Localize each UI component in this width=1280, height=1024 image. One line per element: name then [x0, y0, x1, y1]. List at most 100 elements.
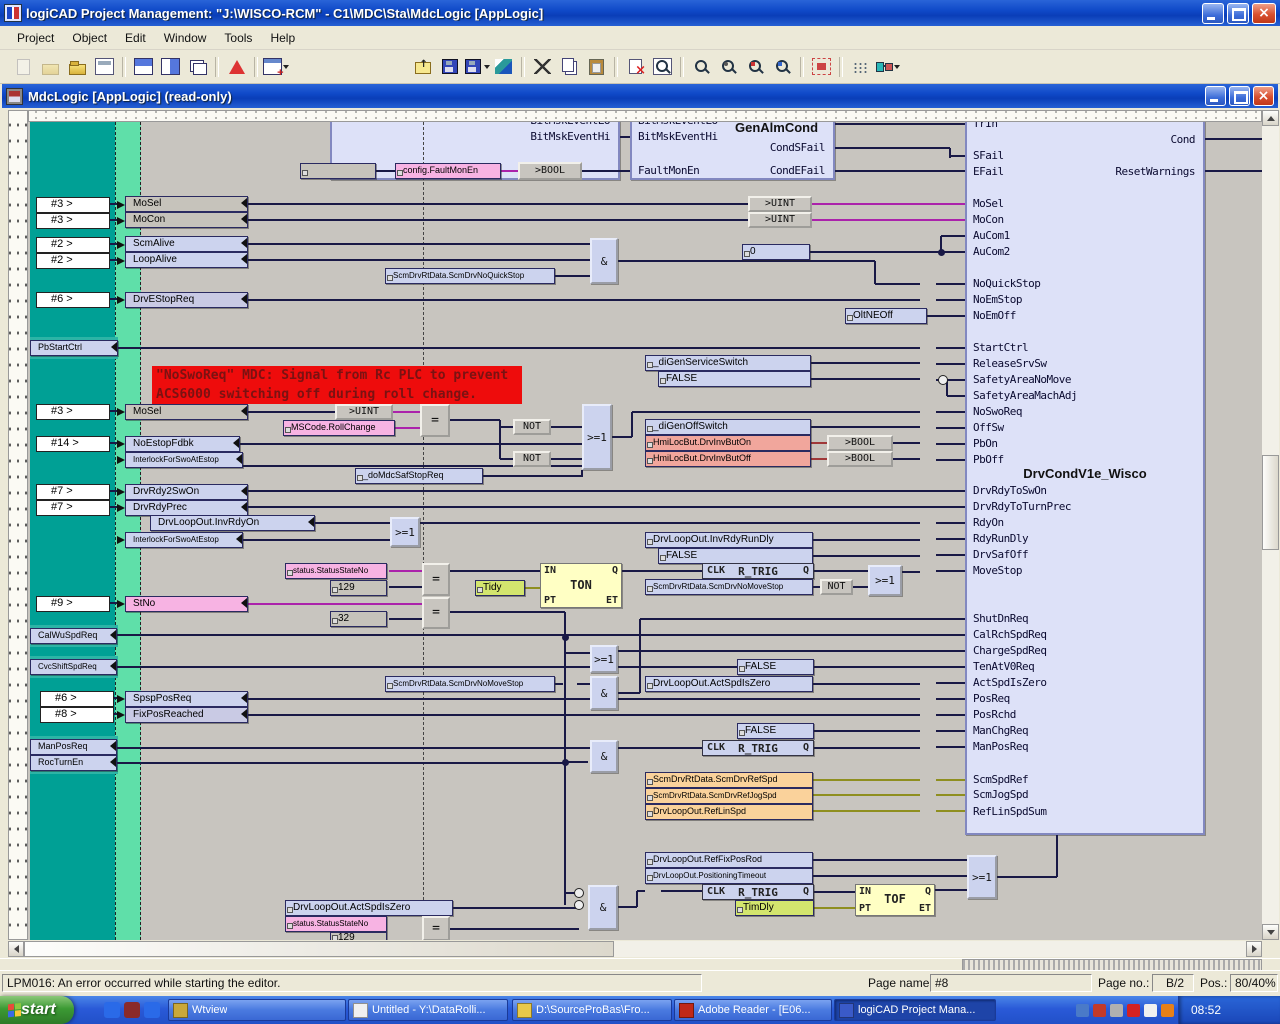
pbstartctrl[interactable]: PbStartCtrl — [30, 340, 118, 356]
status-statusstateno[interactable]: status.StatusStateNo — [285, 916, 387, 932]
drvloopout-invrdyrundly[interactable]: DrvLoopOut.InvRdyRunDly — [645, 532, 813, 548]
scmalive[interactable]: ScmAlive — [125, 236, 248, 252]
1[interactable]: >=1 — [590, 645, 618, 673]
task-button-wtview[interactable]: Wtview — [168, 999, 346, 1021]
oltneoff[interactable]: OltNEOff — [845, 308, 927, 324]
horizontal-scroll-thumb[interactable] — [24, 941, 614, 957]
tidy[interactable]: Tidy — [475, 580, 525, 596]
config-faultmonen[interactable]: config.FaultMonEn — [395, 163, 501, 179]
not[interactable]: NOT — [513, 419, 551, 435]
block-input-pboff[interactable]: PbOff — [973, 453, 1004, 467]
paste-button[interactable] — [583, 54, 610, 79]
child-restore-button[interactable] — [1229, 86, 1250, 106]
page-ref-3[interactable]: #3 > — [36, 404, 110, 420]
tray-icon[interactable] — [1127, 1004, 1140, 1017]
scroll-up-button[interactable] — [1262, 110, 1279, 126]
1[interactable]: >=1 — [582, 404, 612, 470]
0[interactable]: 0 — [742, 244, 810, 260]
close-button[interactable]: × — [1252, 3, 1276, 24]
zoomq-button[interactable] — [715, 54, 742, 79]
drvloopout-reflinspd[interactable]: DrvLoopOut.RefLinSpd — [645, 804, 813, 820]
task-button-untitled-y-datarolli[interactable]: Untitled - Y:\DataRolli... — [348, 999, 508, 1021]
block-input-tenatv0req[interactable]: TenAtV0Req — [973, 660, 1034, 674]
block-output-bitmskeventhi[interactable]: BitMskEventHi — [330, 130, 610, 144]
page-ref-14[interactable]: #14 > — [36, 436, 110, 452]
ton-block[interactable]: TONINQPTET — [540, 563, 622, 608]
task-button-logicad-project-mana[interactable]: logiCAD Project Mana... — [834, 999, 996, 1021]
block-input-pbon[interactable]: PbOn — [973, 437, 998, 451]
block-output-cond[interactable]: Cond — [965, 133, 1195, 147]
comment-box[interactable]: "NoSwoReq" MDC: Signal from Rc PLC to pr… — [152, 366, 522, 404]
129[interactable]: 129 — [330, 580, 387, 596]
block-input-scmspdref[interactable]: ScmSpdRef — [973, 773, 1028, 787]
block-input-safetyareamachadj[interactable]: SafetyAreaMachAdj — [973, 389, 1077, 403]
mscode-rollchange[interactable]: MSCode.RollChange — [283, 420, 395, 436]
child-close-button[interactable]: × — [1253, 86, 1274, 106]
copy-button[interactable] — [556, 54, 583, 79]
menu-project[interactable]: Project — [8, 28, 63, 48]
block-input-trin[interactable]: TrIn — [973, 122, 998, 131]
item[interactable] — [300, 163, 376, 179]
item[interactable]: = — [422, 916, 450, 940]
page-ref-6[interactable]: #6 > — [36, 292, 110, 308]
delx-button[interactable] — [622, 54, 649, 79]
cut-button[interactable] — [529, 54, 556, 79]
zoomin-button[interactable] — [742, 54, 769, 79]
noestopfdbk[interactable]: NoEstopFdbk — [125, 436, 240, 452]
interlockforswoatestop[interactable]: InterlockForSwoAtEstop — [125, 452, 243, 468]
block-input-aucom1[interactable]: AuCom1 — [973, 229, 1010, 243]
r-trig-block[interactable]: CLKR_TRIGQ — [702, 884, 814, 900]
diagram-canvas[interactable]: BitMskEventLoBitMskEventHiBitMskEventLoB… — [28, 122, 1262, 940]
block-input-posreq[interactable]: PosReq — [973, 692, 1010, 706]
block-input-drvrdytoturnprec[interactable]: DrvRdyToTurnPrec — [973, 500, 1071, 514]
block-input-nosworeq[interactable]: NoSwoReq — [973, 405, 1022, 419]
page-ref-3[interactable]: #3 > — [36, 197, 110, 213]
block-input-startctrl[interactable]: StartCtrl — [973, 341, 1028, 355]
block-input-posrchd[interactable]: PosRchd — [973, 708, 1016, 722]
block-input-rdyon[interactable]: RdyOn — [973, 516, 1004, 530]
uint[interactable]: >UINT — [748, 212, 812, 228]
hmilocbut-drvinvbuton[interactable]: HmiLocBut.DrvInvButOn — [645, 435, 811, 451]
block-input-actspdiszero[interactable]: ActSpdIsZero — [973, 676, 1046, 690]
interlockforswoatestop[interactable]: InterlockForSwoAtEstop — [125, 532, 243, 548]
block-input-noemoff[interactable]: NoEmOff — [973, 309, 1016, 323]
scmdrvrtdata-scmdrvrefjogspd[interactable]: ScmDrvRtData.ScmDrvRefJogSpd — [645, 788, 813, 804]
32[interactable]: 32 — [330, 611, 387, 627]
scmdrvrtdata-scmdrvnoquickstop[interactable]: ScmDrvRtData.ScmDrvNoQuickStop — [385, 268, 555, 284]
digenserviceswitch[interactable]: _diGenServiceSwitch — [645, 355, 811, 371]
task-button-adobe-reader-e06[interactable]: Adobe Reader - [E06... — [674, 999, 832, 1021]
drvrdy2swon[interactable]: DrvRdy2SwOn — [125, 484, 248, 500]
false[interactable]: FALSE — [737, 723, 814, 739]
menu-tools[interactable]: Tools — [215, 28, 261, 48]
zoom-button[interactable] — [688, 54, 715, 79]
bool[interactable]: >BOOL — [827, 435, 893, 451]
block-output-condefail[interactable]: CondEFail — [630, 164, 825, 178]
drvloopout-actspdiszero[interactable]: DrvLoopOut.ActSpdIsZero — [645, 676, 813, 692]
rocturnen[interactable]: RocTurnEn — [30, 755, 117, 771]
block-input-rdyrundly[interactable]: RdyRunDly — [973, 532, 1028, 546]
block-input-calrchspdreq[interactable]: CalRchSpdReq — [973, 628, 1046, 642]
block-input-offsw[interactable]: OffSw — [973, 421, 1004, 435]
status-statusstateno[interactable]: status.StatusStateNo — [285, 563, 387, 579]
block-input-drvrdytoswon[interactable]: DrvRdyToSwOn — [973, 484, 1046, 498]
findw-button[interactable] — [649, 54, 676, 79]
1[interactable]: >=1 — [967, 855, 997, 899]
block-input-chargespdreq[interactable]: ChargeSpdReq — [973, 644, 1046, 658]
block-output-condsfail[interactable]: CondSFail — [630, 141, 825, 155]
hmilocbut-drvinvbutoff[interactable]: HmiLocBut.DrvInvButOff — [645, 451, 811, 467]
scmdrvrtdata-scmdrvnomovestop[interactable]: ScmDrvRtData.ScmDrvNoMoveStop — [385, 676, 555, 692]
warn-button[interactable] — [223, 54, 250, 79]
page-ref-2[interactable]: #2 > — [36, 237, 110, 253]
winplus-button[interactable] — [262, 54, 289, 79]
vsplit-button[interactable] — [157, 54, 184, 79]
task-button-d-sourceprobas-fro[interactable]: D:\SourceProBas\Fro... — [512, 999, 672, 1021]
block-output-bitmskeventlo[interactable]: BitMskEventLo — [330, 122, 610, 128]
block-input-releasesrvsw[interactable]: ReleaseSrvSw — [973, 357, 1046, 371]
loopalive[interactable]: LoopAlive — [125, 252, 248, 268]
tray-icon[interactable] — [1093, 1004, 1106, 1017]
bool[interactable]: >BOOL — [827, 451, 893, 467]
menu-help[interactable]: Help — [261, 28, 304, 48]
block-input-aucom2[interactable]: AuCom2 — [973, 245, 1010, 259]
not[interactable]: NOT — [513, 451, 551, 467]
quick-launch-icon[interactable] — [124, 1002, 140, 1018]
